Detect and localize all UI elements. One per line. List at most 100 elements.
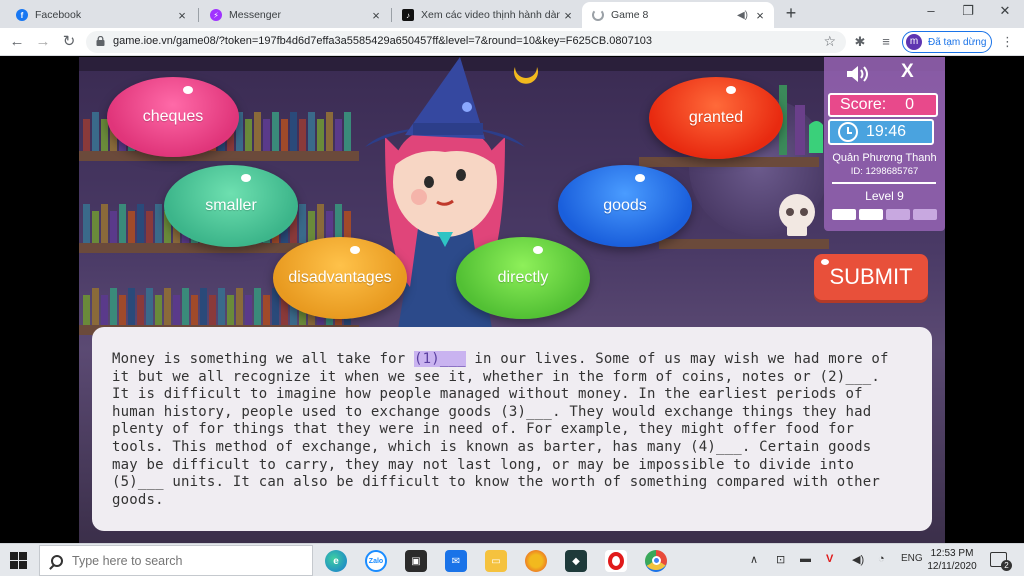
antivirus-icon[interactable]: V [826, 553, 833, 565]
tab-title: Game 8 [611, 9, 649, 21]
word-bubble-goods[interactable]: goods [558, 165, 692, 247]
book-decor [245, 119, 252, 151]
passage-line: may be difficult to carry, they may not … [112, 456, 855, 473]
book-decor [209, 295, 216, 327]
book-decor [317, 119, 324, 151]
book-decor [263, 119, 270, 151]
minimize-icon[interactable]: – [921, 3, 941, 18]
word-label: granted [688, 109, 744, 126]
url-text: game.ioe.vn/game08/?token=197fb4d6d7effa… [113, 35, 653, 47]
book-decor [290, 112, 297, 151]
word-bubble-disadvantages[interactable]: disadvantages [273, 237, 407, 319]
passage-line: (5)___ units. It can also be difficult t… [112, 474, 880, 491]
store-icon[interactable]: ▣ [405, 550, 427, 572]
notification-icon[interactable]: 2 [990, 552, 1012, 571]
volume-icon[interactable]: ◀) [852, 553, 864, 566]
shelf [79, 151, 359, 161]
close-tab-icon[interactable]: × [752, 8, 768, 23]
opera-icon[interactable] [605, 550, 627, 572]
speaker-icon[interactable]: ◀) [737, 10, 748, 21]
word-bubble-cheques[interactable]: cheques [107, 77, 239, 157]
book-decor [254, 288, 261, 327]
book-decor [281, 119, 288, 151]
more-menu-icon[interactable]: ⋮ [1001, 34, 1014, 50]
level-label: Level 9 [865, 189, 904, 203]
word-label: smaller [205, 197, 257, 214]
close-tab-icon[interactable]: × [174, 8, 190, 23]
windows-start-icon[interactable] [10, 552, 27, 569]
word-bubble-smaller[interactable]: smaller [164, 165, 298, 247]
system-clock[interactable]: 12:53 PM 12/11/2020 [924, 547, 980, 573]
edge-icon[interactable]: e [325, 550, 347, 572]
zalo-icon[interactable]: Zalo [365, 550, 387, 572]
submit-button[interactable]: SUBMIT [814, 254, 928, 300]
browser-toolbar: ← → ↻ game.ioe.vn/game08/?token=197fb4d6… [0, 28, 1024, 56]
reload-icon[interactable]: ↻ [60, 33, 78, 51]
word-bubble-directly[interactable]: directly [456, 237, 590, 319]
explorer-icon[interactable]: ▭ [485, 550, 507, 572]
book-decor [200, 288, 207, 327]
book-decor [191, 295, 198, 327]
book-decor [299, 204, 306, 243]
search-input[interactable] [72, 553, 292, 568]
tray-app-icon[interactable]: ⊡ [776, 553, 785, 566]
timer-value: 19:46 [866, 123, 907, 140]
clock-time: 12:53 PM [930, 548, 974, 559]
taskbar-search[interactable] [39, 545, 313, 576]
address-bar[interactable]: game.ioe.vn/game08/?token=197fb4d6d7effa… [86, 31, 846, 53]
book-decor [110, 211, 117, 243]
reading-list-icon[interactable]: ≡ [878, 34, 894, 50]
chrome-canary-icon[interactable] [525, 550, 547, 572]
book-decor [101, 204, 108, 243]
forward-icon[interactable]: → [34, 33, 52, 51]
submit-label: SUBMIT [829, 264, 913, 289]
word-bubble-granted[interactable]: granted [649, 77, 783, 159]
book-decor [83, 295, 90, 327]
close-window-icon[interactable]: ✕ [995, 3, 1015, 19]
tab-facebook[interactable]: f Facebook × [6, 2, 196, 28]
book-decor [263, 295, 270, 327]
book-decor [182, 288, 189, 327]
mail-icon[interactable]: ✉ [445, 550, 467, 572]
restore-icon[interactable]: ❐ [958, 3, 978, 19]
book-decor [326, 112, 333, 151]
app-icon[interactable]: ◆ [565, 550, 587, 572]
bookmark-star-icon[interactable]: ☆ [823, 33, 836, 50]
extensions-icon[interactable]: ✱ [852, 34, 868, 50]
blank-1[interactable]: (1)___ [414, 351, 466, 367]
shelf [659, 239, 829, 249]
battery-icon[interactable]: ▬ [800, 553, 811, 565]
book-decor [164, 288, 171, 327]
clock-date: 12/11/2020 [927, 561, 977, 572]
book-decor [344, 112, 351, 151]
tab-tiktok[interactable]: ♪ Xem các video thịnh hành dành cho × [392, 2, 582, 28]
round-indicator [913, 209, 937, 220]
book-decor [92, 211, 99, 243]
search-icon [51, 554, 63, 567]
score-box: Score: 0 [828, 93, 938, 117]
tab-messenger[interactable]: ⚡ Messenger × [200, 2, 390, 28]
book-decor [128, 288, 135, 327]
book-decor [119, 204, 126, 243]
sound-icon[interactable] [846, 65, 870, 83]
tab-game8[interactable]: Game 8 ◀) × [582, 2, 774, 28]
close-tab-icon[interactable]: × [368, 8, 384, 23]
profile-button[interactable]: m Đã tạm dừng [902, 31, 992, 53]
round-indicator [832, 209, 856, 220]
back-icon[interactable]: ← [8, 33, 26, 51]
chrome-icon[interactable] [645, 550, 667, 572]
book-decor [155, 204, 162, 243]
book-decor [254, 112, 261, 151]
close-tab-icon[interactable]: × [560, 8, 576, 23]
passage-text: Money is something we all take for (1)__… [112, 351, 912, 509]
passage-panel: Money is something we all take for (1)__… [92, 327, 932, 531]
score-label: Score: [840, 96, 887, 113]
tray-overflow-icon[interactable]: ∧ [750, 553, 758, 566]
close-game-button[interactable]: X [901, 61, 914, 83]
word-label: disadvantages [288, 269, 392, 286]
avatar: m [906, 34, 922, 50]
page-content: cheques granted smaller goods disadvanta… [0, 57, 1024, 543]
wifi-icon[interactable]: ◔ [878, 553, 885, 565]
language-indicator[interactable]: ENG [901, 553, 923, 564]
new-tab-button[interactable]: + [782, 4, 800, 22]
